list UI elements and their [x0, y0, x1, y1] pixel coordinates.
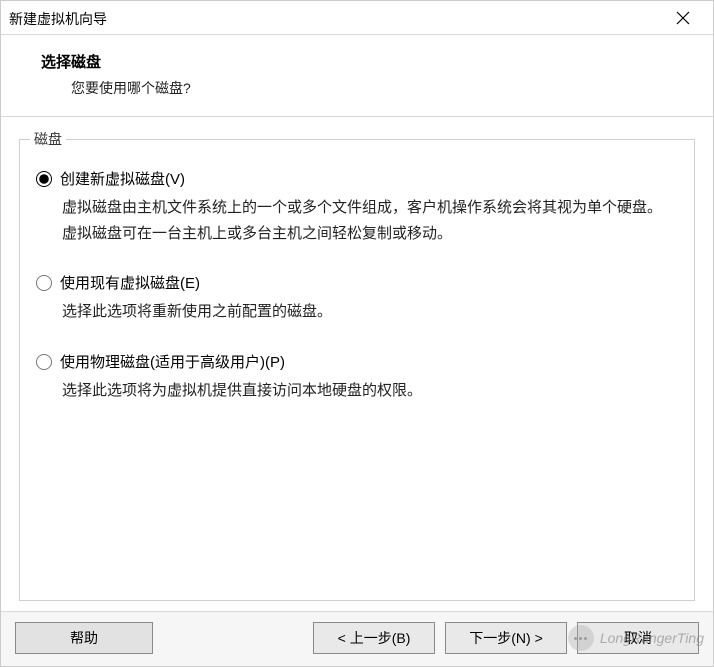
wizard-header: 选择磁盘 您要使用哪个磁盘? [1, 35, 713, 117]
groupbox-legend: 磁盘 [30, 129, 66, 149]
wizard-window: 新建虚拟机向导 选择磁盘 您要使用哪个磁盘? 磁盘 创建新虚拟磁盘(V) 虚拟磁… [0, 0, 714, 667]
title-bar: 新建虚拟机向导 [1, 1, 713, 35]
radio-desc-physical: 选择此选项将为虚拟机提供直接访问本地硬盘的权限。 [62, 378, 672, 404]
radio-label-existing: 使用现有虚拟磁盘(E) [60, 272, 200, 293]
radio-use-physical-disk[interactable]: 使用物理磁盘(适用于高级用户)(P) [36, 351, 678, 372]
wizard-body: 磁盘 创建新虚拟磁盘(V) 虚拟磁盘由主机文件系统上的一个或多个文件组成，客户机… [1, 117, 713, 611]
radio-label-physical: 使用物理磁盘(适用于高级用户)(P) [60, 351, 285, 372]
help-button[interactable]: 帮助 [15, 622, 153, 654]
page-title: 选择磁盘 [31, 51, 683, 72]
radio-use-existing-disk[interactable]: 使用现有虚拟磁盘(E) [36, 272, 678, 293]
radio-input-existing[interactable] [36, 275, 52, 291]
radio-desc-existing: 选择此选项将重新使用之前配置的磁盘。 [62, 299, 672, 325]
radio-label-create: 创建新虚拟磁盘(V) [60, 168, 185, 189]
page-subtitle: 您要使用哪个磁盘? [31, 78, 683, 98]
disk-groupbox: 磁盘 创建新虚拟磁盘(V) 虚拟磁盘由主机文件系统上的一个或多个文件组成，客户机… [19, 139, 695, 601]
next-button[interactable]: 下一步(N) > [445, 622, 567, 654]
window-title: 新建虚拟机向导 [9, 7, 107, 29]
radio-input-physical[interactable] [36, 354, 52, 370]
radio-desc-create: 虚拟磁盘由主机文件系统上的一个或多个文件组成，客户机操作系统会将其视为单个硬盘。… [62, 195, 672, 246]
cancel-button[interactable]: 取消 [577, 622, 699, 654]
radio-create-new-disk[interactable]: 创建新虚拟磁盘(V) [36, 168, 678, 189]
wizard-footer: 帮助 < 上一步(B) 下一步(N) > 取消 [1, 611, 713, 666]
close-button[interactable] [661, 3, 705, 33]
close-icon [676, 11, 690, 25]
back-button[interactable]: < 上一步(B) [313, 622, 435, 654]
radio-input-create[interactable] [36, 171, 52, 187]
